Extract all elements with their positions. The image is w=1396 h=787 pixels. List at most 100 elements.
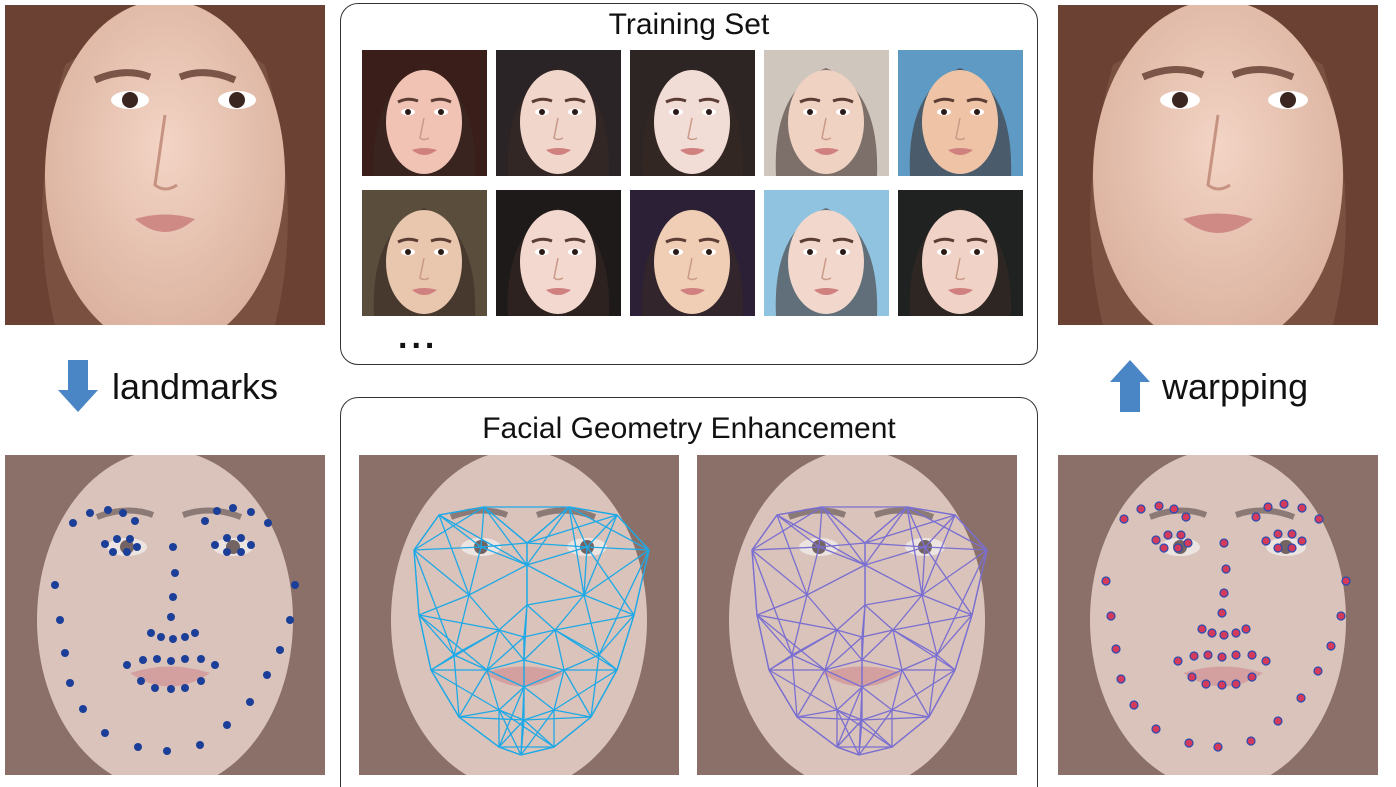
landmark-point — [1116, 674, 1126, 684]
input-face-image — [5, 5, 325, 325]
landmark-point — [157, 633, 165, 641]
landmark-point — [1297, 503, 1307, 513]
landmark-point — [247, 541, 255, 549]
triangulation-mesh-enhanced — [697, 455, 1017, 775]
training-set-title: Training Set — [608, 8, 770, 41]
landmark-point — [1184, 738, 1194, 748]
landmark-point — [247, 508, 255, 516]
landmark-point — [109, 548, 117, 556]
training-face-thumbnail — [764, 50, 889, 176]
landmark-point — [1163, 530, 1173, 540]
landmark-point — [191, 629, 199, 637]
landmark-point — [1231, 650, 1241, 660]
landmark-point — [104, 506, 112, 514]
landmark-point — [147, 629, 155, 637]
landmark-point — [167, 657, 175, 665]
landmark-point — [119, 509, 127, 517]
training-face-thumbnail — [362, 50, 487, 176]
warped-landmarks-face-image — [1058, 455, 1378, 775]
landmark-point — [1203, 650, 1213, 660]
landmark-point — [264, 519, 272, 527]
landmark-point — [1106, 611, 1116, 621]
landmark-point — [201, 517, 209, 525]
landmark-point — [1279, 499, 1289, 509]
landmark-point — [1247, 672, 1257, 682]
landmark-point — [1219, 588, 1229, 598]
landmark-point — [66, 679, 74, 687]
training-face-thumbnail — [630, 190, 755, 316]
landmark-point — [237, 548, 245, 556]
landmark-point — [1129, 700, 1139, 710]
landmark-point — [1207, 628, 1217, 638]
landmark-point — [163, 747, 171, 755]
mesh-face-original — [358, 455, 680, 775]
landmark-point — [1241, 624, 1251, 634]
landmark-point — [1101, 576, 1111, 586]
landmark-point — [1231, 628, 1241, 638]
face-photo-input — [5, 5, 325, 325]
landmark-point — [133, 543, 141, 551]
landmark-point — [1173, 543, 1183, 553]
landmark-point — [169, 543, 177, 551]
landmark-point — [86, 509, 94, 517]
landmark-point — [1169, 504, 1179, 514]
landmark-point — [1111, 644, 1121, 654]
landmark-point — [131, 517, 139, 525]
landmark-point — [1219, 630, 1229, 640]
training-face-thumbnail — [630, 50, 755, 176]
landmark-point — [101, 729, 109, 737]
training-face-thumbnail — [898, 50, 1023, 176]
landmark-point — [181, 633, 189, 641]
landmark-point — [213, 507, 221, 515]
geometry-enhancement-title: Facial Geometry Enhancement — [482, 412, 896, 445]
landmark-point — [237, 534, 245, 542]
landmark-point — [169, 593, 177, 601]
landmark-point — [211, 661, 219, 669]
landmark-point — [1151, 535, 1161, 545]
landmark-point — [1197, 624, 1207, 634]
arrow-up-icon — [1110, 360, 1150, 412]
landmark-point — [181, 684, 189, 692]
landmark-point — [1313, 666, 1323, 676]
landmark-point — [1176, 530, 1186, 540]
landmark-point — [1154, 501, 1164, 511]
landmark-point — [1273, 543, 1283, 553]
landmark-point — [1314, 514, 1324, 524]
landmark-point — [1263, 502, 1273, 512]
landmark-point — [1251, 512, 1261, 522]
landmark-point — [1273, 716, 1283, 726]
landmark-point — [134, 743, 142, 751]
landmark-point — [286, 616, 294, 624]
mesh-face-enhanced — [696, 455, 1018, 775]
landmark-point — [1246, 736, 1256, 746]
landmark-point — [1217, 608, 1227, 618]
landmark-point — [1187, 672, 1197, 682]
training-face-thumbnail — [496, 50, 621, 176]
landmark-point — [196, 741, 204, 749]
landmark-point — [1287, 529, 1297, 539]
landmark-point — [139, 656, 147, 664]
landmark-point — [1231, 679, 1241, 689]
landmark-point — [1219, 538, 1229, 548]
triangulation-mesh-original — [359, 455, 679, 775]
landmark-point — [171, 569, 179, 577]
landmark-point — [1221, 564, 1231, 574]
landmark-point — [1273, 529, 1283, 539]
landmark-point — [1213, 742, 1223, 752]
landmark-point — [223, 534, 231, 542]
landmark-point — [101, 540, 109, 548]
landmark-point — [61, 649, 69, 657]
face-photo-output — [1058, 5, 1378, 325]
landmark-point — [123, 548, 131, 556]
landmark-point — [211, 541, 219, 549]
landmark-point — [1326, 641, 1336, 651]
training-face-thumbnail — [496, 190, 621, 316]
landmark-point — [69, 519, 77, 527]
arrow-down-icon — [58, 360, 98, 412]
landmark-point — [1189, 651, 1199, 661]
landmark-point — [1217, 680, 1227, 690]
landmark-point — [197, 677, 205, 685]
landmark-point — [1297, 536, 1307, 546]
landmark-point — [153, 655, 161, 663]
landmark-point — [1181, 512, 1191, 522]
